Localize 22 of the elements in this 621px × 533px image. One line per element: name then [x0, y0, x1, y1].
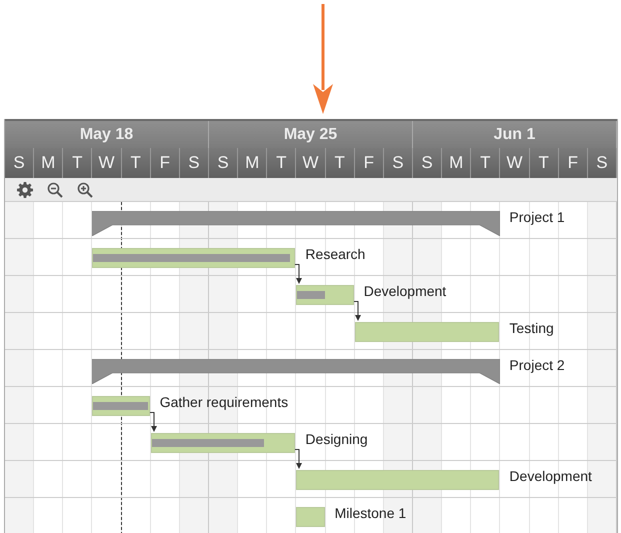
zoom-in-icon[interactable]: [77, 182, 93, 198]
task-name: Designing: [305, 430, 368, 449]
task-bar[interactable]: [296, 507, 325, 527]
task-name: Project 2: [509, 356, 565, 375]
task-name: Development: [364, 282, 446, 301]
task-bar[interactable]: [354, 322, 500, 342]
task-bar[interactable]: [92, 248, 296, 268]
task-name: Milestone 1: [334, 504, 406, 523]
down-arrow-icon: [312, 4, 334, 116]
task-name: Testing: [509, 319, 554, 338]
task-name: Gather requirements: [160, 393, 288, 412]
project-summary-bar[interactable]: [92, 211, 500, 236]
task-bar[interactable]: [296, 470, 500, 490]
project-summary-bar[interactable]: [92, 359, 500, 384]
task-bar[interactable]: [296, 285, 354, 305]
task-bar[interactable]: [150, 433, 296, 453]
task-bar[interactable]: [92, 396, 150, 416]
task-name: Development: [509, 467, 592, 486]
zoom-out-icon[interactable]: [47, 182, 63, 198]
task-name: Research: [305, 245, 366, 264]
task-name: Project 1: [509, 208, 565, 227]
settings-icon[interactable]: [17, 182, 33, 198]
